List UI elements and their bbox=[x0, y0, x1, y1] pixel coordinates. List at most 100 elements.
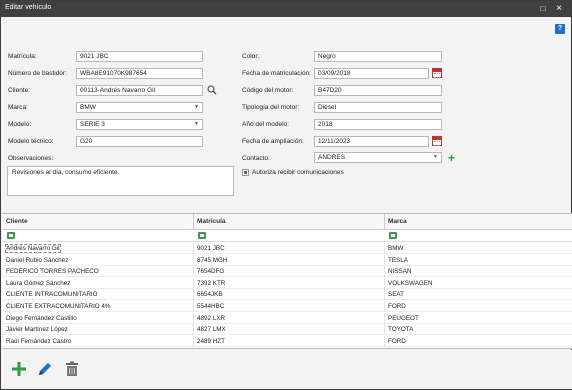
marca-select[interactable]: BMW ▼ bbox=[76, 102, 203, 113]
delete-icon[interactable] bbox=[63, 360, 81, 378]
table-row[interactable]: Javier Martínez López 4827 LMX TOYOTA bbox=[2, 324, 572, 336]
calendar-icon[interactable] bbox=[432, 136, 442, 146]
cliente-field[interactable]: 00113-Andrés Navarro Gil bbox=[76, 85, 203, 96]
table-cell: Javier Martínez López bbox=[6, 326, 68, 334]
table-cell: FORD bbox=[388, 303, 406, 310]
codigo-motor-label: Código del motor: bbox=[242, 87, 294, 94]
table-cell: 4892 LXR bbox=[197, 314, 226, 322]
cell-divider bbox=[384, 243, 385, 254]
anio-modelo-field[interactable]: 2018 bbox=[314, 119, 442, 130]
chevron-down-icon: ▼ bbox=[194, 104, 199, 110]
codigo-motor-field[interactable]: B47D20 bbox=[314, 85, 442, 96]
contacto-value: ANDRES bbox=[318, 154, 346, 161]
table-cell: 2489 HZT bbox=[197, 337, 225, 345]
table-cell: BMW bbox=[388, 245, 404, 252]
observaciones-textarea[interactable]: Revisiones al día, consumo eficiente. bbox=[7, 166, 234, 196]
table-cell: Daniel Rubio Sánchez bbox=[6, 256, 69, 264]
table-row[interactable]: Diego Fernández Castillo 4892 LXR PEUGEOT bbox=[2, 312, 572, 324]
table-row[interactable]: Laura Gómez Sánchez 7392 KTR VOLKSWAGEN bbox=[2, 277, 572, 289]
table-cell: 7654DFG bbox=[197, 268, 225, 276]
tipologia-motor-field[interactable]: Diésel bbox=[314, 102, 442, 113]
table-cell: CLIENTE EXTRACOMUNITARIO 4% bbox=[6, 303, 111, 310]
fecha-matriculacion-field[interactable]: 03/09/2018 bbox=[314, 68, 429, 79]
filter-icon[interactable] bbox=[7, 232, 15, 239]
fecha-matriculacion-label: Fecha de matriculación: bbox=[242, 70, 312, 77]
table-row[interactable]: Daniel Rubio Sánchez 8745 MGH TESLA bbox=[2, 254, 572, 266]
column-divider[interactable] bbox=[384, 214, 385, 230]
autoriza-checkbox[interactable] bbox=[242, 169, 249, 176]
cell-divider bbox=[384, 301, 385, 312]
table-row[interactable]: Raúl Fernández Castro 2489 HZT FORD bbox=[2, 335, 572, 347]
filter-row bbox=[2, 230, 572, 242]
bastidor-field[interactable]: WBA8E91070K987654 bbox=[76, 68, 203, 79]
column-header-matricula[interactable]: Matrícula bbox=[197, 218, 226, 225]
contacto-select[interactable]: ANDRES ▼ bbox=[314, 152, 442, 163]
modelo-select[interactable]: SERIE 3 ▼ bbox=[76, 119, 203, 130]
table-cell: Andrés Navarro Gil bbox=[5, 244, 61, 253]
add-icon[interactable] bbox=[10, 360, 28, 378]
help-button[interactable]: ? bbox=[555, 24, 565, 34]
table-cell: VOLKSWAGEN bbox=[388, 279, 433, 287]
cell-divider bbox=[193, 301, 194, 312]
filter-icon[interactable] bbox=[198, 232, 206, 239]
color-field[interactable]: Negro bbox=[314, 51, 442, 62]
vehicle-grid: Cliente Matrícula Marca Andrés Navarro G… bbox=[2, 213, 572, 349]
modelo-tecnico-label: Modelo técnico: bbox=[8, 138, 54, 145]
grid-header: Cliente Matrícula Marca bbox=[2, 214, 572, 230]
table-cell: TESLA bbox=[388, 256, 408, 264]
column-header-cliente[interactable]: Cliente bbox=[6, 218, 28, 225]
chevron-down-icon: ▼ bbox=[194, 121, 199, 127]
column-header-marca[interactable]: Marca bbox=[388, 218, 407, 225]
modelo-value: SERIE 3 bbox=[80, 121, 105, 128]
cell-divider bbox=[384, 289, 385, 301]
chevron-down-icon: ▼ bbox=[433, 154, 438, 160]
cell-divider bbox=[193, 335, 194, 347]
table-cell: 5544HBC bbox=[197, 303, 225, 310]
fecha-ampliacion-field[interactable]: 12/11/2023 bbox=[314, 136, 429, 147]
matricula-field[interactable]: 9021 JBC bbox=[76, 51, 203, 62]
cell-divider bbox=[193, 324, 194, 336]
bastidor-label: Número de bastidor: bbox=[8, 70, 67, 77]
table-cell: FEDERICO TORRES PACHECO bbox=[6, 268, 99, 276]
contacto-label: Contacto: bbox=[242, 155, 270, 162]
cell-divider bbox=[384, 324, 385, 336]
table-cell: FORD bbox=[388, 337, 406, 345]
cell-divider bbox=[384, 266, 385, 278]
table-row[interactable]: CLIENTE INTRACOMUNITARIO 6654JKB SEAT bbox=[2, 289, 572, 301]
cell-divider bbox=[384, 312, 385, 324]
filter-icon[interactable] bbox=[389, 232, 397, 239]
table-cell: TOYOTA bbox=[388, 326, 414, 334]
cell-divider bbox=[193, 254, 194, 266]
table-cell: CLIENTE INTRACOMUNITARIO bbox=[6, 291, 98, 299]
anio-modelo-label: Año del modelo: bbox=[242, 121, 289, 128]
table-cell: 4827 LMX bbox=[197, 326, 226, 334]
table-row[interactable]: CLIENTE EXTRACOMUNITARIO 4% 5544HBC FORD bbox=[2, 301, 572, 312]
title-bar: Editar vehículo □ × bbox=[1, 1, 571, 17]
color-label: Color: bbox=[242, 53, 260, 60]
table-row[interactable]: Andrés Navarro Gil 9021 JBC BMW bbox=[2, 243, 572, 254]
edit-icon[interactable] bbox=[36, 360, 54, 378]
marca-value: BMW bbox=[80, 104, 96, 111]
add-contact-icon[interactable]: + bbox=[448, 152, 455, 164]
table-cell: 8745 MGH bbox=[197, 256, 228, 264]
table-row[interactable]: FEDERICO TORRES PACHECO 7654DFG NISSAN bbox=[2, 266, 572, 278]
modelo-tecnico-field[interactable]: G20 bbox=[76, 136, 203, 147]
edit-vehicle-window: Editar vehículo □ × ? Matrícula: 9021 JB… bbox=[0, 0, 572, 390]
bottom-toolbar bbox=[2, 350, 572, 389]
table-cell: Laura Gómez Sánchez bbox=[6, 279, 71, 287]
close-button[interactable]: × bbox=[553, 3, 565, 14]
calendar-icon[interactable] bbox=[432, 68, 442, 78]
cell-divider bbox=[384, 335, 385, 347]
table-cell: Raúl Fernández Castro bbox=[6, 337, 72, 345]
table-cell: 6654JKB bbox=[197, 291, 223, 299]
observaciones-label: Observaciones: bbox=[8, 155, 54, 162]
column-divider[interactable] bbox=[193, 214, 194, 230]
cliente-label: Cliente: bbox=[8, 87, 31, 94]
table-cell: Diego Fernández Castillo bbox=[6, 314, 77, 322]
search-icon[interactable] bbox=[207, 85, 217, 95]
tipologia-motor-label: Tipología del motor: bbox=[242, 104, 300, 111]
modelo-label: Modelo: bbox=[8, 121, 32, 128]
cell-divider bbox=[384, 254, 385, 266]
fecha-ampliacion-label: Fecha de ampliación: bbox=[242, 138, 304, 145]
maximize-button[interactable]: □ bbox=[537, 3, 549, 14]
